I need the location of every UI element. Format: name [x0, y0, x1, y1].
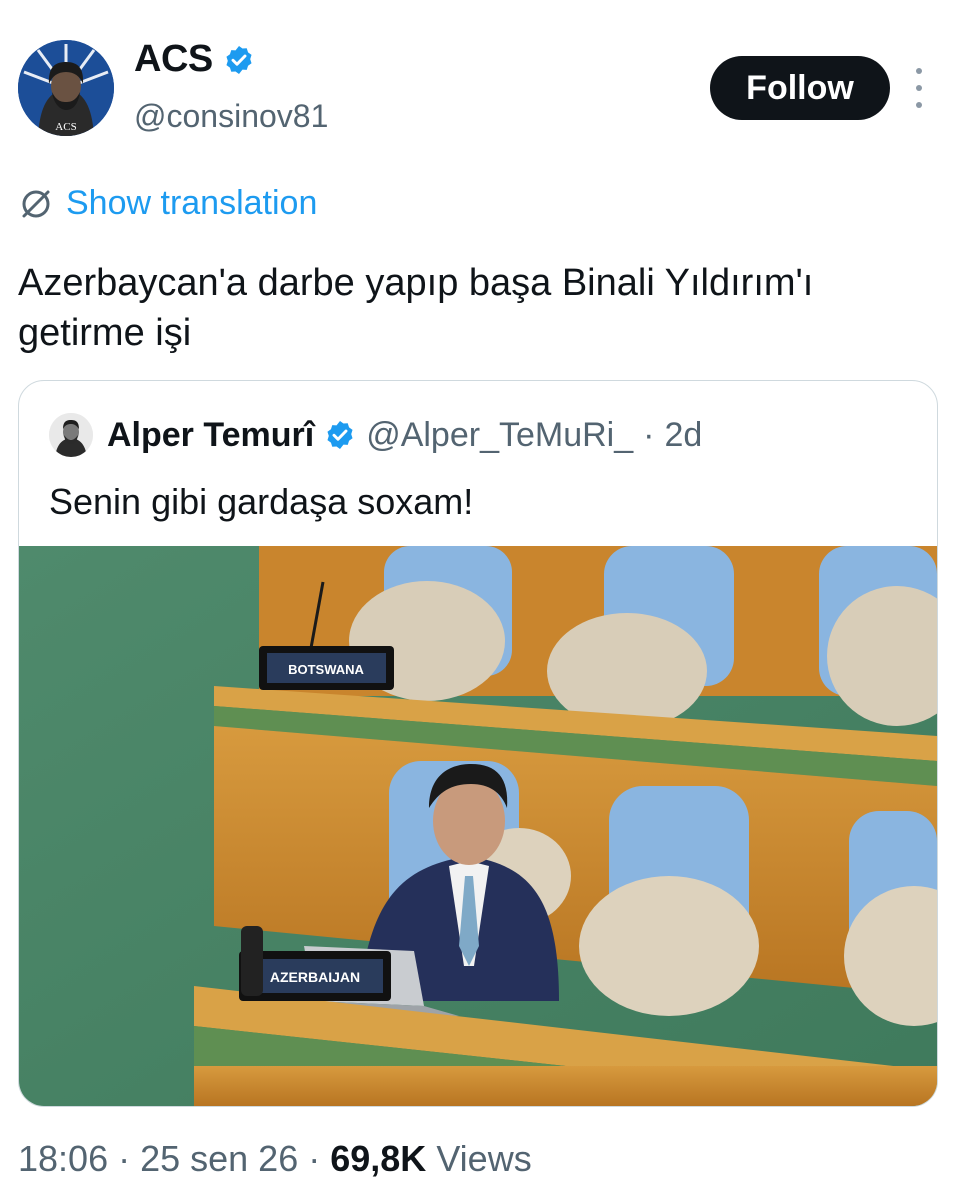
quote-separator: · [643, 415, 655, 454]
author-avatar-image: ACS [18, 40, 114, 136]
quote-author-name[interactable]: Alper Temurî [107, 416, 314, 455]
more-dot [916, 85, 922, 91]
show-translation-link[interactable]: Show translation [18, 184, 317, 223]
author-handle[interactable]: @consinov81 [134, 98, 328, 135]
tweet-text: Azerbaycan'a darbe yapıp başa Binali Yıl… [18, 262, 814, 354]
tweet-date[interactable]: 25 sen 26 [140, 1138, 298, 1180]
placard-azerbaijan: AZERBAIJAN [270, 969, 360, 985]
avatar-caption: ACS [55, 121, 76, 133]
tweet-time[interactable]: 18:06 [18, 1138, 108, 1180]
quote-author-avatar[interactable] [49, 413, 93, 457]
meta-dot: · [118, 1138, 131, 1179]
quote-author-handle[interactable]: @Alper_TeMuRi_ [366, 416, 633, 455]
quote-header: Alper Temurî @Alper_TeMuRi_ · 2d [49, 413, 702, 457]
more-dot [916, 68, 922, 74]
meta-dot: · [308, 1138, 321, 1179]
follow-button[interactable]: Follow [710, 56, 890, 120]
tweet-header: ACS ACS @consinov81 Follow [0, 0, 967, 160]
author-avatar[interactable]: ACS [18, 40, 114, 136]
quote-avatar-image [49, 413, 93, 457]
un-assembly-photo: BOTSWANA AZERBAIJAN [19, 546, 937, 1106]
quote-verified-badge-icon [327, 421, 353, 449]
quote-text: Senin gibi gardaşa soxam! [49, 481, 474, 522]
placard-botswana: BOTSWANA [288, 662, 364, 677]
tweet-meta: 18:06 · 25 sen 26 · 69,8K Views [18, 1138, 532, 1180]
quoted-tweet-card[interactable]: Alper Temurî @Alper_TeMuRi_ · 2d Senin g… [18, 380, 938, 1107]
more-dot [916, 102, 922, 108]
views-count: 69,8K [330, 1138, 427, 1179]
quote-media-image[interactable]: BOTSWANA AZERBAIJAN [19, 546, 937, 1106]
verified-badge-icon [226, 45, 252, 74]
quote-age: 2d [664, 415, 703, 454]
show-translation-label: Show translation [66, 184, 318, 222]
author-display-name[interactable]: ACS [134, 38, 213, 81]
translate-globe-icon [22, 190, 50, 217]
more-options-icon[interactable] [908, 68, 930, 108]
author-name-row: ACS [134, 38, 255, 81]
views-label: Views [436, 1138, 532, 1179]
